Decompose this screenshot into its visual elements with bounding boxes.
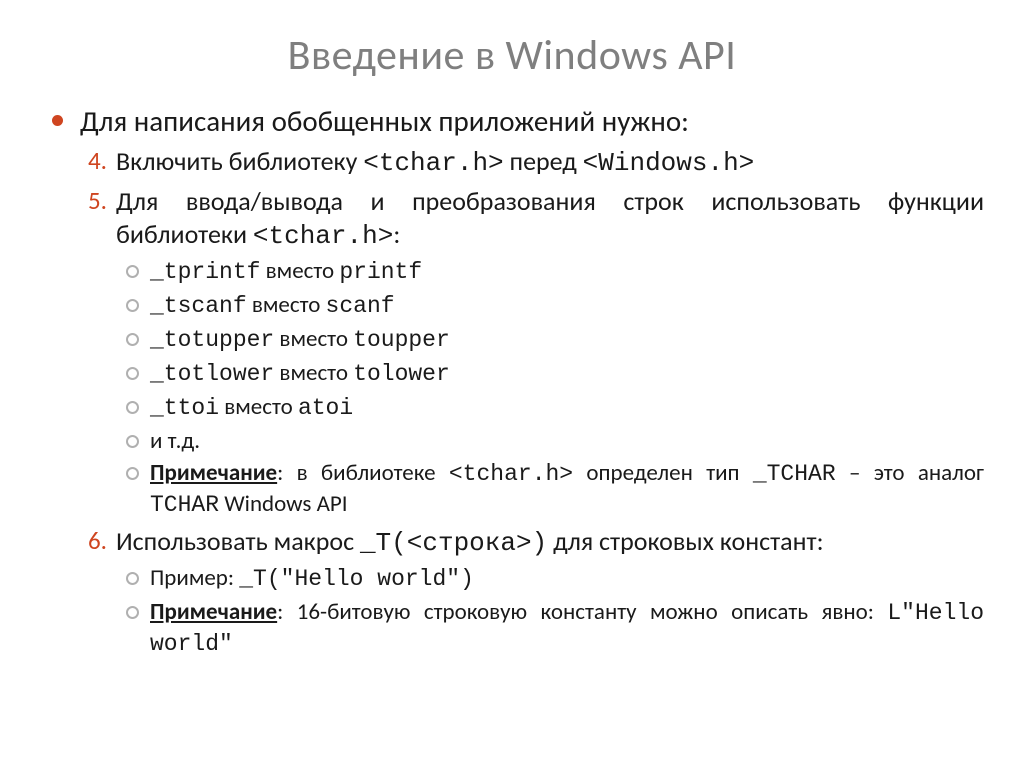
code-segment: scanf [326,293,395,319]
code-segment: toupper [353,327,450,353]
text-segment: вместо [274,359,353,387]
item-5: 5. Для ввода/вывода и преобразования стр… [116,185,984,522]
item-number: 4. [88,145,107,177]
code-segment: _T(<строка>) [360,528,547,558]
text-segment: Windows API [219,490,348,518]
text-segment: вместо [219,393,298,421]
code-segment: TCHAR [150,492,219,518]
text-segment: для строковых констант: [547,525,823,557]
main-item-text: Для написания обобщенных приложений нужн… [80,103,689,139]
item-number: 5. [88,185,107,217]
code-segment: tolower [353,361,450,387]
note-item: Примечание: 16-битовую строковую констан… [150,598,984,660]
item-number: 6. [88,525,107,557]
text-segment: : [393,218,400,250]
item-6: 6. Использовать макрос _T(<строка>) для … [116,525,984,660]
text-segment: Для ввода/вывода и преобразования строк … [116,185,984,250]
note-item: Примечание: в библиотеке <tchar.h> опред… [150,459,984,521]
list-item: _totupper вместо toupper [150,325,984,356]
code-segment: printf [339,259,422,285]
code-segment: _totlower [150,361,274,387]
code-segment: <tchar.h> [449,461,573,487]
sub-list-5: _tprintf вместо printf _tscanf вместо sc… [116,257,984,521]
code-segment: atoi [298,395,353,421]
sub-list-6: Пример: _T("Hello world") Примечание: 16… [116,564,984,660]
example-item: Пример: _T("Hello world") [150,564,984,595]
list-item: _tprintf вместо printf [150,257,984,288]
main-item: Для написания обобщенных приложений нужн… [80,103,984,660]
text-segment: Использовать макрос [116,525,360,557]
code-segment: _tscanf [150,293,247,319]
code-segment: _tprintf [150,259,260,285]
code-segment: <tchar.h> [253,221,393,251]
text-segment: : в библиотеке [277,459,449,487]
list-item: _ttoi вместо atoi [150,393,984,424]
list-item: _tscanf вместо scanf [150,291,984,322]
numbered-list: 4. Включить библиотеку <tchar.h> перед <… [80,145,984,660]
code-segment: _TCHAR [753,461,836,487]
page-title: Введение в Windows API [40,30,984,81]
list-item: _totlower вместо tolower [150,359,984,390]
note-label: Примечание [150,598,277,626]
list-item: и т.д. [150,427,984,457]
text-segment: вместо [274,325,353,353]
text-segment: Включить библиотеку [116,145,363,177]
text-segment: перед [504,145,583,177]
bullet-list-level1: Для написания обобщенных приложений нужн… [40,103,984,660]
text-segment: – это аналог [836,459,984,487]
text-segment: вместо [247,291,326,319]
text-segment: и т.д. [150,427,200,455]
text-segment: Пример: [150,564,239,592]
code-segment: <tchar.h> [363,148,503,178]
text-segment: : 16-битовую строковую константу можно о… [277,598,887,626]
item-4: 4. Включить библиотеку <tchar.h> перед <… [116,145,984,180]
code-segment: _T("Hello world") [239,566,474,592]
code-segment: <Windows.h> [583,148,755,178]
code-segment: _ttoi [150,395,219,421]
text-segment: вместо [260,257,339,285]
text-segment: определен тип [573,459,753,487]
note-label: Примечание [150,459,277,487]
code-segment: _totupper [150,327,274,353]
